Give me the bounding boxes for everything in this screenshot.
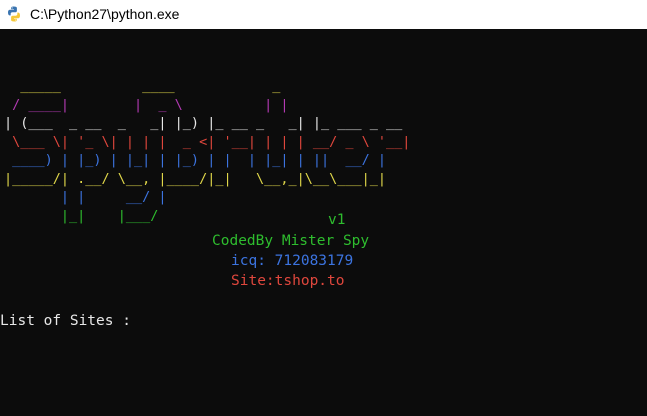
sites-prompt: List of Sites :	[0, 313, 131, 329]
window-title: C:\Python27\python.exe	[30, 6, 180, 22]
site-label: Site:tshop.to	[231, 273, 345, 289]
banner-line: / ____| | _ \ | |	[4, 96, 289, 113]
console-output[interactable]: _____ ____ _ / ____| | _ \ | | | (___ _ _…	[0, 29, 647, 416]
banner-line: |_____/| .__/ \__, |____/|_| \__,_|\__\_…	[4, 170, 387, 187]
title-bar[interactable]: C:\Python27\python.exe	[0, 0, 647, 29]
python-icon	[8, 6, 20, 22]
banner-line: \___ \| '_ \| | | | _ <| '__| | | | __/ …	[4, 133, 411, 150]
version-label: v1	[328, 212, 346, 228]
ascii-banner: _____ ____ _ / ____| | _ \ | | | (___ _ _…	[4, 77, 410, 225]
banner-line: |_| |___/	[4, 207, 159, 224]
banner-line: _____ ____ _	[4, 78, 281, 94]
banner-line: ____) | |_) | |_| | |_) | | | |_| | || _…	[4, 152, 387, 168]
console-window: C:\Python27\python.exe _____ ____ _ / __…	[0, 0, 647, 416]
icq-label: icq: 712083179	[231, 253, 354, 269]
banner-line: | | __/ |	[4, 189, 167, 205]
coded-by-label: CodedBy Mister Spy	[212, 233, 370, 249]
banner-line: | (___ _ __ _ _| |_) |_ __ _ _| |_ ___ _…	[4, 115, 403, 131]
